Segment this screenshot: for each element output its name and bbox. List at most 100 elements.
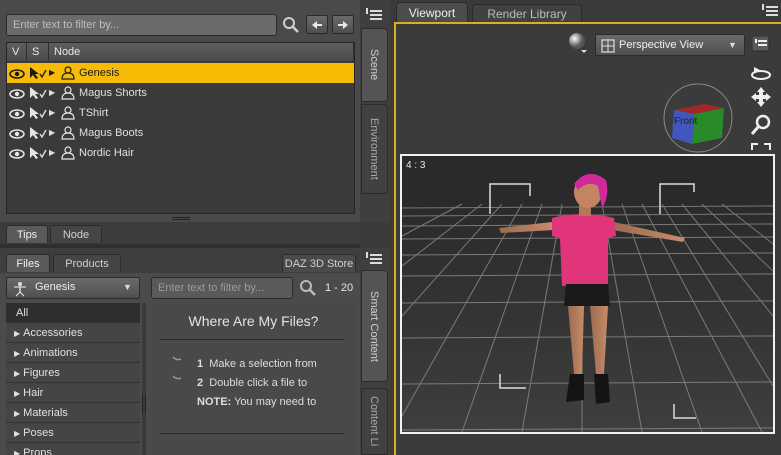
expand-arrow-icon[interactable]: ▶ xyxy=(49,123,55,143)
chevron-down-icon: ▼ xyxy=(728,40,737,50)
category-splitter[interactable] xyxy=(142,303,146,455)
viewport-menu-icon[interactable] xyxy=(751,35,770,52)
view-cube[interactable]: Front xyxy=(660,80,736,156)
category-label: Accessories xyxy=(23,327,83,339)
category-item[interactable]: ▶ Animations xyxy=(6,343,140,363)
pointer-icon[interactable] xyxy=(29,106,47,120)
splitter-grip[interactable] xyxy=(172,217,190,220)
eye-icon[interactable] xyxy=(9,67,25,79)
help-step-1: 1 Make a selection from xyxy=(197,358,317,370)
scene-row-label: Genesis xyxy=(79,67,120,79)
expand-arrow-icon[interactable]: ▶ xyxy=(14,349,20,358)
category-item[interactable]: ▶ Poses xyxy=(6,423,140,443)
help-step-2: 2 Double click a file to xyxy=(197,377,308,386)
pane-menu-icon[interactable] xyxy=(366,252,382,266)
filter-forward-button[interactable] xyxy=(332,15,354,34)
content-side-tabs: Smart Content Content Li xyxy=(360,248,390,455)
page-range: 1 - 20 xyxy=(325,282,354,294)
figure-node-icon xyxy=(59,146,77,160)
eye-icon[interactable] xyxy=(9,107,25,119)
expand-arrow-icon[interactable]: ▶ xyxy=(14,389,20,398)
viewport[interactable]: Perspective View ▼ Front 4: 3 xyxy=(394,22,781,455)
pointer-icon[interactable] xyxy=(29,66,47,80)
figure-node-icon xyxy=(59,86,77,100)
eye-icon[interactable] xyxy=(9,147,25,159)
category-item[interactable]: ▶ Props xyxy=(6,443,140,455)
camera-view-icon xyxy=(601,39,615,53)
filter-back-button[interactable] xyxy=(306,15,328,34)
column-node[interactable]: Node xyxy=(49,43,354,61)
scene-tree: V S Node ▶ Genesis ▶ Magus Shorts ▶ TShirt ▶ Ma… xyxy=(6,42,355,214)
figure-icon xyxy=(12,281,28,297)
divider xyxy=(159,433,345,434)
column-s[interactable]: S xyxy=(27,43,49,61)
category-item[interactable]: ▶ Figures xyxy=(6,363,140,383)
tab-products[interactable]: Products xyxy=(53,254,121,272)
tab-tips[interactable]: Tips xyxy=(6,225,48,243)
camera-select[interactable]: Perspective View ▼ xyxy=(595,34,745,56)
search-icon[interactable] xyxy=(298,278,318,298)
arrow-right-icon xyxy=(338,20,348,29)
viewport-tabbar: Viewport Render Library xyxy=(390,0,781,22)
pointer-icon[interactable] xyxy=(29,126,47,140)
tab-environment[interactable]: Environment xyxy=(361,104,388,194)
expand-arrow-icon[interactable]: ▶ xyxy=(14,329,20,338)
pane-menu-icon[interactable] xyxy=(762,4,778,18)
category-label: Hair xyxy=(23,387,44,399)
category-item[interactable]: ▶ Hair xyxy=(6,383,140,403)
scene-row-label: TShirt xyxy=(79,107,109,119)
category-label: Poses xyxy=(23,427,54,439)
figure-select[interactable]: Genesis ▼ xyxy=(6,277,140,299)
expand-arrow-icon[interactable]: ▶ xyxy=(49,83,55,103)
pointer-icon[interactable] xyxy=(29,86,47,100)
expand-arrow-icon[interactable]: ▶ xyxy=(14,429,20,438)
scene-row[interactable]: ▶ Nordic Hair xyxy=(7,143,354,163)
splitter-grip[interactable] xyxy=(142,395,146,413)
tab-scene[interactable]: Scene xyxy=(361,28,388,102)
tab-files[interactable]: Files xyxy=(6,254,50,272)
expand-arrow-icon[interactable]: ▶ xyxy=(14,449,20,455)
zoom-icon[interactable] xyxy=(750,114,772,136)
figure-node-icon xyxy=(59,126,77,140)
pointer-icon[interactable] xyxy=(29,146,47,160)
expand-arrow-icon[interactable]: ▶ xyxy=(49,63,55,83)
search-icon[interactable] xyxy=(280,14,302,36)
tab-daz-store[interactable]: DAZ 3D Store xyxy=(282,254,356,272)
files-filter-input[interactable]: Enter text to filter by... xyxy=(151,277,293,299)
category-item[interactable]: All xyxy=(6,303,140,323)
expand-arrow-icon[interactable]: ▶ xyxy=(49,143,55,163)
category-item[interactable]: ▶ Accessories xyxy=(6,323,140,343)
arrow-left-icon xyxy=(312,20,322,29)
category-label: Materials xyxy=(23,407,68,419)
pane-menu-icon[interactable] xyxy=(366,8,382,22)
category-label: All xyxy=(16,307,29,319)
scene-row[interactable]: ▶ Magus Shorts xyxy=(7,83,354,103)
eye-icon[interactable] xyxy=(9,87,25,99)
expand-arrow-icon[interactable]: ▶ xyxy=(49,103,55,123)
tab-smart-content[interactable]: Smart Content xyxy=(361,270,388,382)
render-area[interactable]: 4 : 3 xyxy=(400,154,775,434)
expand-arrow-icon[interactable]: ▶ xyxy=(14,409,20,418)
draw-style-icon[interactable] xyxy=(567,32,589,54)
scene-render xyxy=(402,156,773,432)
column-v[interactable]: V xyxy=(7,43,27,61)
divider xyxy=(159,339,345,340)
scene-row[interactable]: ▶ Genesis xyxy=(7,63,354,83)
eye-icon[interactable] xyxy=(9,127,25,139)
scene-row[interactable]: ▶ TShirt xyxy=(7,103,354,123)
figure-node-icon xyxy=(59,106,77,120)
splitter[interactable] xyxy=(0,214,360,222)
expand-arrow-icon[interactable]: ▶ xyxy=(14,369,20,378)
tab-viewport[interactable]: Viewport xyxy=(396,2,468,22)
category-label: Figures xyxy=(23,367,60,379)
tab-render-library[interactable]: Render Library xyxy=(472,4,582,22)
tab-content-library[interactable]: Content Li xyxy=(361,388,388,455)
scene-filter-input[interactable]: Enter text to filter by... xyxy=(6,14,277,36)
scene-row[interactable]: ▶ Magus Boots xyxy=(7,123,354,143)
category-item[interactable]: ▶ Materials xyxy=(6,403,140,423)
tab-node[interactable]: Node xyxy=(50,225,102,243)
files-area: Where Are My Files? 1 Make a selection f… xyxy=(151,303,356,455)
category-list: All ▶ Accessories ▶ Animations ▶ Figures ▶ Hair ▶… xyxy=(6,303,140,455)
orbit-icon[interactable] xyxy=(750,64,772,82)
pan-icon[interactable] xyxy=(750,86,772,108)
